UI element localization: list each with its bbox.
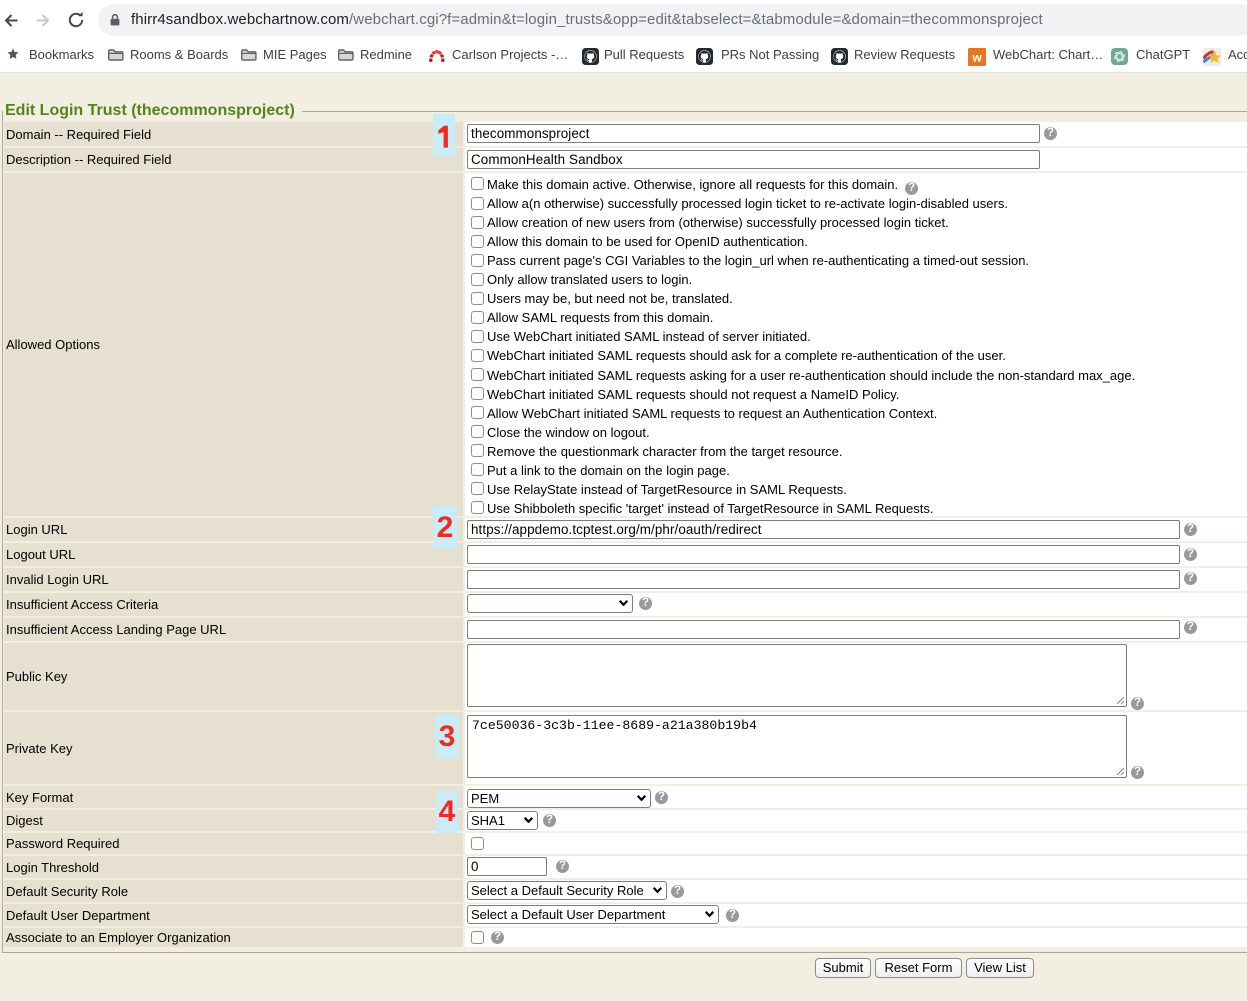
svg-text:w: w [971, 51, 982, 65]
